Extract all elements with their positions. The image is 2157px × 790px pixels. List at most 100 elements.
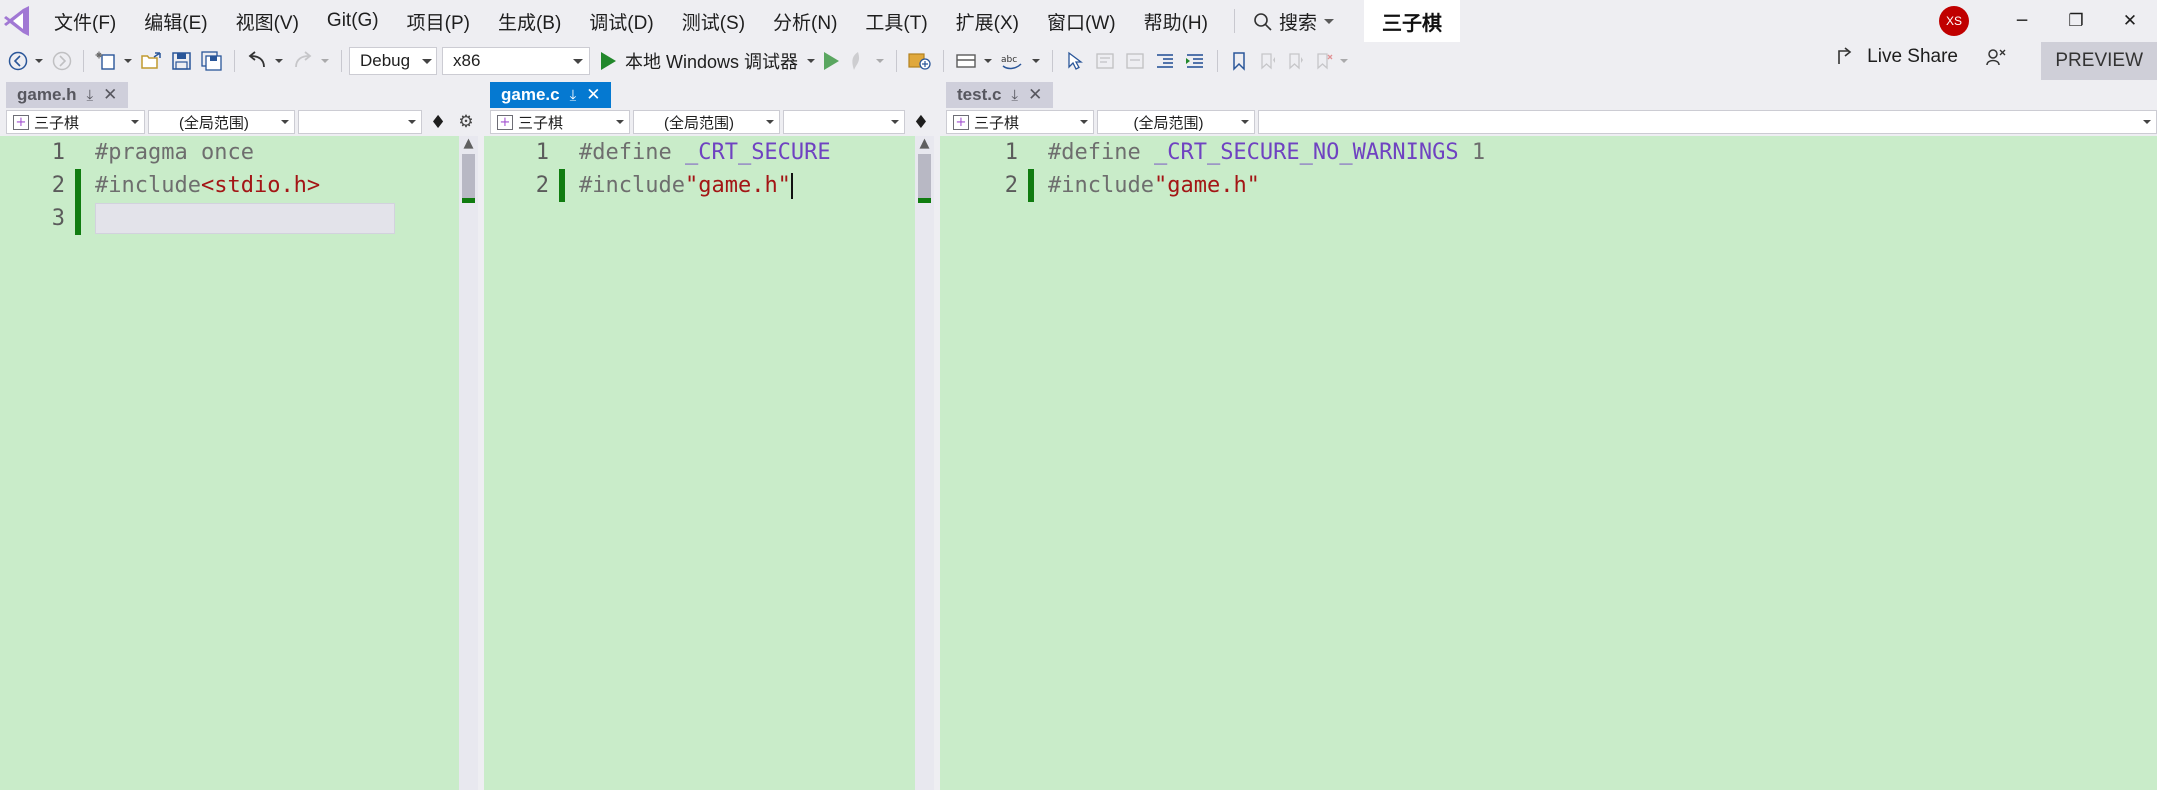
pin-icon[interactable]: ⤓: [1011, 86, 1018, 104]
live-share-button[interactable]: Live Share: [1836, 46, 2007, 68]
start-without-debugging-button[interactable]: [820, 46, 843, 76]
project-scope-combo-3[interactable]: 三子棋: [946, 110, 1094, 134]
undo-button[interactable]: [242, 46, 272, 76]
project-icon: [13, 114, 29, 130]
menu-item-test[interactable]: 测试(S): [668, 2, 759, 41]
navigate-forward-button[interactable]: [48, 46, 76, 76]
line-number: 2: [1004, 173, 1018, 198]
close-button[interactable]: ✕: [2103, 0, 2157, 42]
pin-icon[interactable]: ⤓: [87, 86, 94, 104]
member-scope-combo-2[interactable]: (全局范围): [632, 110, 781, 134]
live-share-session-icon: [1986, 49, 2006, 66]
split-view-icon-1[interactable]: ♦: [425, 109, 451, 135]
menu-item-edit[interactable]: 编辑(E): [130, 2, 221, 41]
hot-reload-button[interactable]: [843, 46, 873, 76]
member-scope-combo-1[interactable]: (全局范围): [147, 110, 296, 134]
close-icon[interactable]: ✕: [103, 85, 117, 105]
minimize-button[interactable]: ─: [1995, 0, 2049, 42]
increase-indent-button[interactable]: [1180, 46, 1210, 76]
menu-item-tools[interactable]: 工具(T): [851, 2, 941, 41]
previous-bookmark-button[interactable]: [1253, 46, 1281, 76]
menu-bar: 文件(F) 编辑(E) 视图(V) Git(G) 项目(P) 生成(B) 调试(…: [0, 0, 2157, 43]
vertical-scrollbar-2[interactable]: ▲: [915, 136, 934, 790]
tab-game-h[interactable]: game.h ⤓ ✕: [6, 82, 129, 108]
close-icon[interactable]: ✕: [586, 85, 600, 105]
menu-item-view[interactable]: 视图(V): [222, 2, 313, 41]
menu-item-git[interactable]: Git(G): [313, 4, 393, 38]
current-line-highlight: [95, 203, 395, 234]
global-search[interactable]: 搜索: [1247, 4, 1340, 39]
menu-item-file[interactable]: 文件(F): [40, 2, 130, 41]
decrease-indent-button[interactable]: [1150, 46, 1180, 76]
menu-divider: [1233, 9, 1235, 33]
tab-game-c[interactable]: game.c ⤓ ✕: [490, 82, 612, 108]
uncomment-button[interactable]: [1120, 46, 1150, 76]
avatar[interactable]: XS: [1939, 6, 1969, 36]
next-bookmark-button[interactable]: [1281, 46, 1309, 76]
code-text-3[interactable]: 1 #define _CRT_SECURE_NO_WARNINGS 1 2 #i…: [940, 136, 2157, 790]
gear-icon-1[interactable]: ⚙: [454, 109, 478, 135]
solution-configuration-combo[interactable]: Debug: [349, 47, 437, 75]
live-share-label: Live Share: [1867, 46, 1958, 67]
scroll-up-icon[interactable]: ▲: [920, 136, 930, 152]
start-debugging-button[interactable]: 本地 Windows 调试器: [595, 46, 804, 76]
window-layout-dropdown-icon[interactable]: [984, 59, 993, 63]
scroll-up-icon[interactable]: ▲: [464, 136, 474, 152]
open-file-button[interactable]: [137, 46, 167, 76]
undo-dropdown-icon[interactable]: [275, 59, 283, 63]
solution-name-chip: 三子棋: [1364, 0, 1460, 43]
menu-item-build[interactable]: 生成(B): [484, 2, 575, 41]
window-controls: XS ─ ❐ ✕: [1939, 0, 2157, 42]
project-scope-combo-1[interactable]: 三子棋: [6, 110, 145, 134]
code-line: 1 #pragma once: [0, 136, 449, 169]
close-icon[interactable]: ✕: [1028, 85, 1042, 105]
tab-test-c[interactable]: test.c ⤓ ✕: [946, 82, 1054, 108]
spell-check-button[interactable]: abc: [997, 46, 1029, 76]
new-item-button[interactable]: [91, 46, 121, 76]
scrollbar-thumb[interactable]: [918, 154, 931, 198]
member-scope-combo-3[interactable]: (全局范围): [1097, 110, 1255, 134]
new-item-dropdown-icon[interactable]: [124, 59, 132, 63]
window-layout-button[interactable]: [951, 46, 981, 76]
vertical-scrollbar-1[interactable]: ▲: [459, 136, 478, 790]
code-token: #include: [579, 173, 685, 198]
symbol-scope-combo-3[interactable]: [1258, 110, 2157, 134]
comment-button[interactable]: [1090, 46, 1120, 76]
code-text-1[interactable]: 1 #pragma once 2 #include <stdio.h> 3: [0, 136, 449, 790]
menu-item-project[interactable]: 项目(P): [393, 2, 484, 41]
select-startup-item-button[interactable]: [904, 46, 936, 76]
project-scope-value: 三子棋: [974, 114, 1020, 132]
menu-item-help[interactable]: 帮助(H): [1130, 2, 1222, 41]
save-button[interactable]: [167, 46, 197, 76]
menu-item-extensions[interactable]: 扩展(X): [942, 2, 1033, 41]
scrollbar-thumb[interactable]: [462, 154, 475, 198]
navigate-back-button[interactable]: [4, 46, 32, 76]
change-marker: [1028, 136, 1034, 169]
bookmark-overflow-icon[interactable]: [1340, 59, 1349, 63]
pointer-select-button[interactable]: [1060, 46, 1090, 76]
symbol-scope-combo-1[interactable]: [298, 110, 423, 134]
menu-item-window[interactable]: 窗口(W): [1033, 2, 1130, 41]
start-debugging-dropdown-icon[interactable]: [807, 59, 816, 63]
menu-item-debug[interactable]: 调试(D): [575, 2, 667, 41]
code-line: 3: [0, 202, 449, 235]
redo-button[interactable]: [288, 46, 318, 76]
clear-bookmarks-button[interactable]: [1309, 46, 1337, 76]
split-view-icon-2[interactable]: ♦: [908, 109, 934, 135]
maximize-button[interactable]: ❐: [2049, 0, 2103, 42]
start-debugging-label: 本地 Windows 调试器: [625, 52, 799, 72]
symbol-scope-combo-2[interactable]: [783, 110, 905, 134]
code-text-2[interactable]: 1 #define _CRT_SECURE 2 #include "game.h…: [484, 136, 915, 790]
code-area-1: 1 #pragma once 2 #include <stdio.h> 3 ▲: [0, 136, 478, 790]
solution-platform-combo[interactable]: x86: [442, 47, 590, 75]
project-scope-value: 三子棋: [34, 114, 80, 132]
toggle-bookmark-button[interactable]: [1225, 46, 1253, 76]
project-scope-combo-2[interactable]: 三子棋: [490, 110, 630, 134]
pin-icon[interactable]: ⤓: [570, 86, 577, 104]
spell-check-dropdown-icon[interactable]: [1032, 59, 1041, 63]
hot-reload-dropdown-icon[interactable]: [876, 59, 885, 63]
save-all-button[interactable]: [197, 46, 227, 76]
back-dropdown-icon[interactable]: [35, 59, 43, 63]
menu-item-analyze[interactable]: 分析(N): [759, 2, 851, 41]
redo-dropdown-icon[interactable]: [321, 59, 329, 63]
